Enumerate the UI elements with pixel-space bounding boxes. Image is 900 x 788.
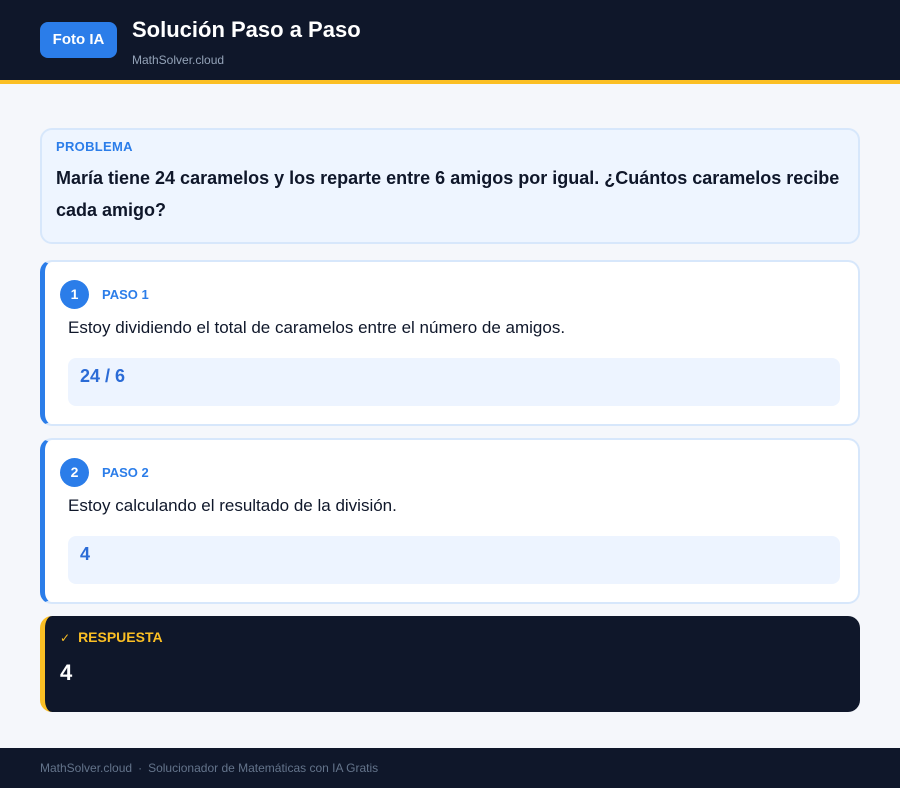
site-name: MathSolver.cloud (132, 53, 225, 67)
step-number-badge: 1 (60, 280, 89, 309)
step-explanation: Estoy calculando el resultado de la divi… (68, 496, 397, 515)
step-label: PASO 2 (102, 465, 149, 480)
problem-text: María tiene 24 caramelos y los reparte e… (56, 168, 840, 220)
answer-card: ✓ RESPUESTA 4 (40, 616, 860, 712)
footer-tagline: Solucionador de Matemáticas con IA Grati… (148, 761, 379, 775)
app-footer: MathSolver.cloud · Solucionador de Matemát… (0, 748, 900, 788)
app-header: Foto IA Solución Paso a Paso MathSolver.… (0, 0, 900, 84)
photo-ai-badge[interactable]: Foto IA (40, 22, 117, 58)
step-label: PASO 1 (102, 287, 149, 302)
step-number-badge: 2 (60, 458, 89, 487)
page-title: Solución Paso a Paso (132, 17, 361, 42)
step-math-expression: 4 (68, 536, 840, 584)
check-icon: ✓ (60, 631, 71, 645)
step-card-1: 1 PASO 1 Estoy dividiendo el total de ca… (40, 260, 860, 426)
answer-value: 4 (60, 660, 73, 685)
step-explanation: Estoy dividiendo el total de caramelos e… (68, 318, 566, 337)
problem-card: PROBLEMA María tiene 24 caramelos y los … (40, 128, 860, 244)
step-math-expression: 24 / 6 (68, 358, 840, 406)
footer-separator: · (138, 761, 143, 775)
problem-label: PROBLEMA (56, 139, 133, 154)
answer-label: RESPUESTA (78, 629, 163, 645)
answer-label-row: ✓ RESPUESTA (60, 629, 163, 645)
step-card-2: 2 PASO 2 Estoy calculando el resultado d… (40, 438, 860, 604)
footer-site-link[interactable]: MathSolver.cloud (40, 761, 132, 775)
